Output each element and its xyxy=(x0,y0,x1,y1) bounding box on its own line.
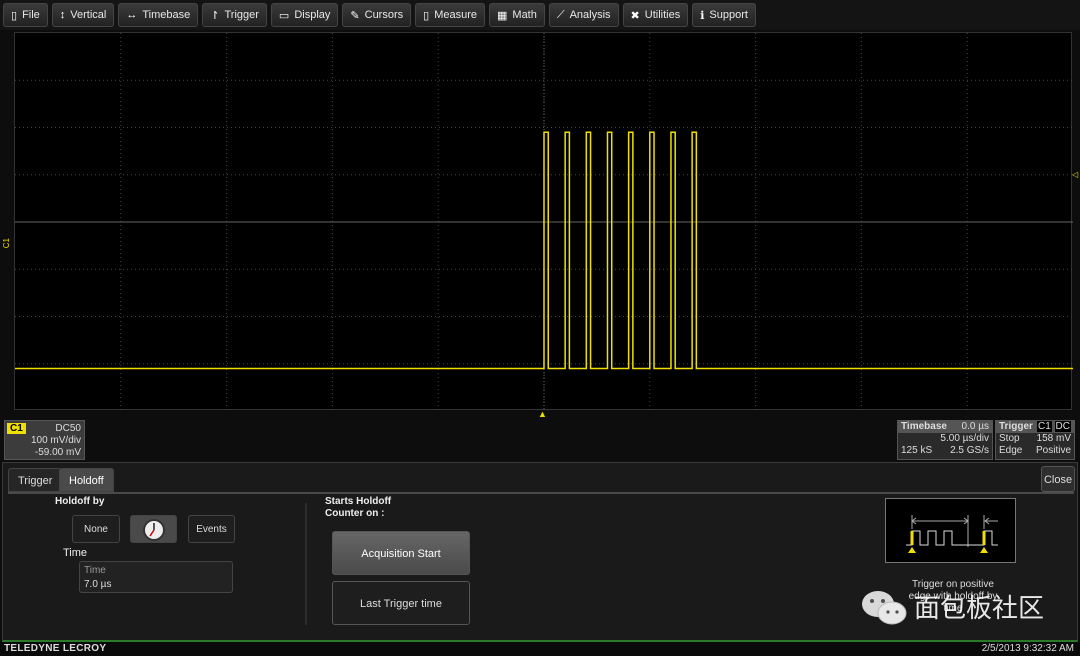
menu-label: Support xyxy=(709,9,748,21)
cursor-icon: ✎ xyxy=(350,9,360,22)
tab-holdoff[interactable]: Holdoff xyxy=(59,468,114,492)
trigger-level: 158 mV xyxy=(1036,433,1071,444)
trigger-slope: Positive xyxy=(1035,445,1071,456)
file-icon: ▯ xyxy=(11,9,18,22)
channel-c1-trace xyxy=(15,131,1073,370)
timebase-title: Timebase xyxy=(901,421,947,432)
menu-file-button[interactable]: ▯ File xyxy=(3,3,48,27)
holdoff-time-field[interactable]: Time 7.0 µs xyxy=(79,561,233,593)
vertical-arrows-icon: ↕ xyxy=(59,9,66,21)
menu-math-button[interactable]: ▦ Math xyxy=(489,3,545,27)
trigger-position-marker[interactable]: ▲ xyxy=(538,409,547,419)
wechat-logo-icon xyxy=(862,590,907,624)
menu-label: Measure xyxy=(434,9,477,21)
last-trigger-time-button[interactable]: Last Trigger time xyxy=(332,581,470,625)
menu-analysis-button[interactable]: ⟋ Analysis xyxy=(548,3,619,27)
menu-bar: ▯ File ↕ Vertical ↔ Timebase ↾ Trigger ▭ Display ✎… xyxy=(0,0,1080,30)
holdoff-events-button[interactable]: Events xyxy=(188,515,235,543)
menu-label: Timebase xyxy=(142,9,191,21)
channel-c1-marker[interactable]: C1 xyxy=(2,238,11,248)
clock-icon xyxy=(142,519,165,541)
timebase-delay: 0.0 µs xyxy=(961,421,989,432)
starts-holdoff-label: Starts Holdoff Counter on : xyxy=(325,496,392,519)
trigger-mode: Stop xyxy=(999,433,1020,444)
menu-label: Vertical xyxy=(70,9,107,21)
channel-badge: C1 xyxy=(7,423,26,434)
timebase-descriptor[interactable]: Timebase 0.0 µs 5.00 µs/div 125 kS 2.5 GS/… xyxy=(897,420,993,460)
trigger-descriptor[interactable]: Trigger C1 DC Stop 158 mV Edge Positive xyxy=(995,420,1075,460)
menu-measure-button[interactable]: ▯ Measure xyxy=(415,3,485,27)
menu-trigger-button[interactable]: ↾ Trigger xyxy=(202,3,267,27)
section-divider xyxy=(305,503,307,625)
trigger-type: Edge xyxy=(999,445,1023,456)
datetime: 2/5/2013 9:32:32 AM xyxy=(981,643,1074,654)
time-field-value: 7.0 µs xyxy=(84,579,112,590)
menu-support-button[interactable]: ℹ Support xyxy=(692,3,756,27)
timebase-scale: 5.00 µs/div xyxy=(940,433,989,444)
holdoff-illustration xyxy=(906,515,998,553)
calculator-icon: ▦ xyxy=(497,9,508,22)
display-icon: ▭ xyxy=(278,9,290,22)
menu-label: Cursors xyxy=(364,9,404,21)
status-bar: TELEDYNE LECROY 2/5/2013 9:32:32 AM xyxy=(0,642,1080,656)
menu-cursors-button[interactable]: ✎ Cursors xyxy=(342,3,412,27)
channel-c1-descriptor[interactable]: C1 DC50 100 mV/div -59.00 mV xyxy=(4,420,85,460)
menu-utilities-button[interactable]: ✖ Utilities xyxy=(622,3,689,27)
timebase-rate: 2.5 GS/s xyxy=(950,445,989,456)
channel-scale: 100 mV/div xyxy=(30,435,81,446)
watermark: 面包板社区 xyxy=(860,588,1044,625)
tab-divider xyxy=(8,492,1074,494)
holdoff-time-button[interactable] xyxy=(130,515,177,543)
tab-trigger[interactable]: Trigger xyxy=(8,468,63,492)
trigger-flag-icon: ↾ xyxy=(210,9,220,22)
menu-label: Math xyxy=(512,9,537,21)
menu-label: Analysis xyxy=(569,9,611,21)
brand-logo: TELEDYNE LECROY xyxy=(4,643,107,654)
watermark-text: 面包板社区 xyxy=(914,593,1045,623)
time-field-label: Time xyxy=(84,565,106,576)
waveform-grid[interactable] xyxy=(14,32,1073,411)
menu-label: Display xyxy=(294,9,331,21)
trigger-coupling: DC xyxy=(1054,421,1071,432)
channel-offset: -59.00 mV xyxy=(34,447,81,458)
acquisition-start-button[interactable]: Acquisition Start xyxy=(332,531,470,575)
menu-display-button[interactable]: ▭ Display xyxy=(270,3,339,27)
menu-label: Utilities xyxy=(644,9,681,21)
trigger-title: Trigger xyxy=(999,421,1033,432)
trigger-source: C1 xyxy=(1036,421,1052,432)
holdoff-diagram xyxy=(885,498,1016,563)
menu-timebase-button[interactable]: ↔ Timebase xyxy=(118,3,199,27)
holdoff-none-button[interactable]: None xyxy=(72,515,120,543)
menu-label: Trigger xyxy=(224,9,259,21)
close-button[interactable]: Close xyxy=(1041,466,1075,492)
trigger-level-marker[interactable]: ◁ xyxy=(1072,170,1078,179)
holdoff-by-label: Holdoff by xyxy=(55,496,105,507)
waveform-display xyxy=(15,33,1073,411)
chart-icon: ⟋ xyxy=(556,8,565,21)
measure-icon: ▯ xyxy=(423,9,430,22)
info-icon: ℹ xyxy=(700,9,705,22)
time-label: Time xyxy=(63,547,88,559)
tools-icon: ✖ xyxy=(630,9,640,22)
horizontal-arrows-icon: ↔ xyxy=(126,9,138,21)
timebase-samples: 125 kS xyxy=(901,445,933,456)
menu-label: File xyxy=(22,9,40,21)
menu-vertical-button[interactable]: ↕ Vertical xyxy=(51,3,115,27)
